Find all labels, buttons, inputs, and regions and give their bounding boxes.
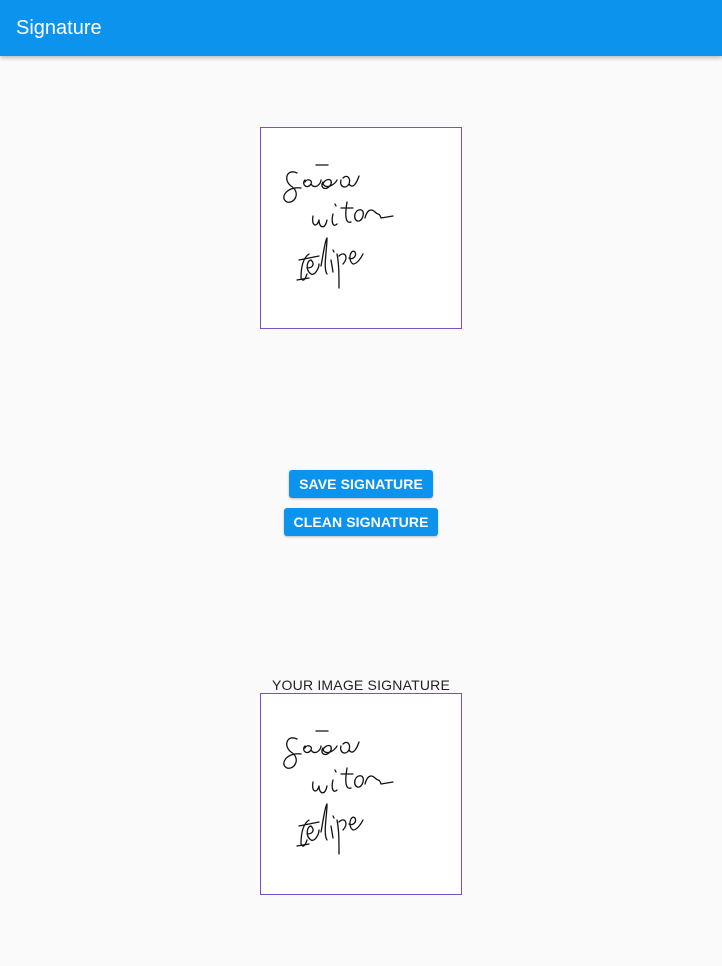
page-title: Signature [16, 16, 102, 39]
signature-image-drawing [283, 730, 394, 855]
signature-image [260, 693, 462, 895]
save-signature-button[interactable]: SAVE SIGNATURE [289, 470, 433, 498]
app-bar: Signature [0, 0, 722, 56]
clean-signature-button[interactable]: CLEAN SIGNATURE [284, 508, 438, 536]
signature-drawing [283, 164, 394, 289]
image-signature-caption: YOUR IMAGE SIGNATURE [272, 677, 450, 693]
signature-pad[interactable] [260, 127, 462, 329]
